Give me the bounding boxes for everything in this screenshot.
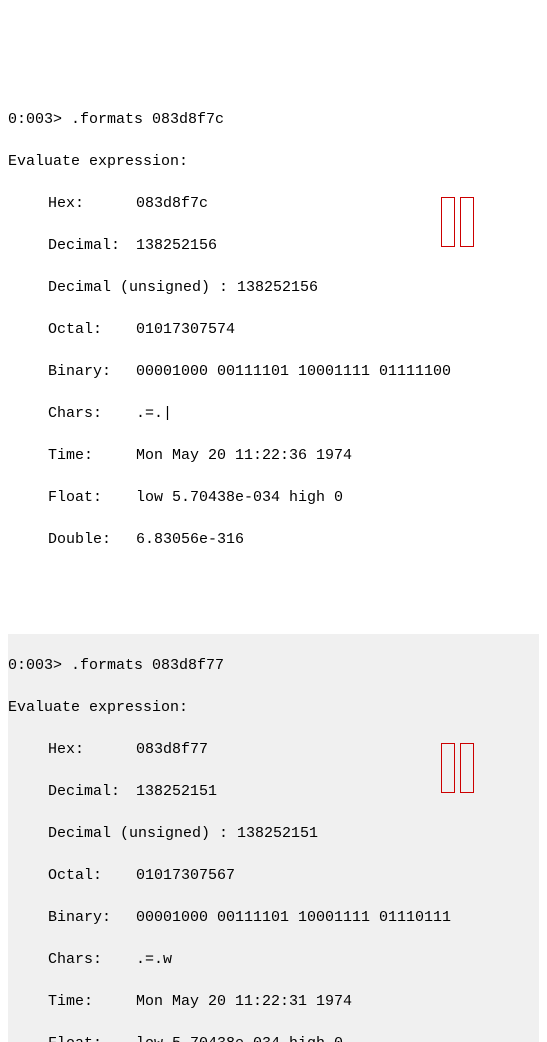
chars-value: .=.| <box>136 405 172 422</box>
float-label: Float: <box>48 487 136 508</box>
double-row: Double:6.83056e-316 <box>8 529 539 550</box>
time-label: Time: <box>48 445 136 466</box>
decimal-row: Decimal:138252151 <box>8 781 539 802</box>
hex-value: 083d8f77 <box>136 741 208 758</box>
hex-label: Hex: <box>48 739 136 760</box>
octal-label: Octal: <box>48 319 136 340</box>
formats-block-2: 0:003> .formats 083d8f77 Evaluate expres… <box>8 634 539 1042</box>
evaluate-label: Evaluate expression: <box>8 697 539 718</box>
double-label: Double: <box>48 529 136 550</box>
octal-row: Octal:01017307574 <box>8 319 539 340</box>
decimal-label: Decimal: <box>48 781 136 802</box>
decimal-unsigned-row: Decimal (unsigned) : 138252151 <box>8 823 539 844</box>
octal-value: 01017307574 <box>136 321 235 338</box>
float-row: Float:low 5.70438e-034 high 0 <box>8 487 539 508</box>
chars-row: Chars:.=.w <box>8 949 539 970</box>
octal-row: Octal:01017307567 <box>8 865 539 886</box>
binary-row: Binary:00001000 00111101 10001111 011111… <box>8 361 539 382</box>
hex-row: Hex:083d8f77 <box>8 739 539 760</box>
binary-label: Binary: <box>48 361 136 382</box>
hex-row: Hex:083d8f7c <box>8 193 539 214</box>
prompt-line: 0:003> .formats 083d8f77 <box>8 655 539 676</box>
binary-label: Binary: <box>48 907 136 928</box>
chars-row: Chars:.=.| <box>8 403 539 424</box>
chars-label: Chars: <box>48 403 136 424</box>
decimal-label: Decimal: <box>48 235 136 256</box>
decimal-value: 138252156 <box>136 237 217 254</box>
float-row: Float:low 5.70438e-034 high 0 <box>8 1033 539 1042</box>
prompt-line: 0:003> .formats 083d8f7c <box>8 109 539 130</box>
double-value: 6.83056e-316 <box>136 531 244 548</box>
chars-value: .=.w <box>136 951 172 968</box>
decimal-row: Decimal:138252156 <box>8 235 539 256</box>
binary-value: 00001000 00111101 10001111 01111100 <box>136 363 451 380</box>
octal-value: 01017307567 <box>136 867 235 884</box>
chars-label: Chars: <box>48 949 136 970</box>
hex-value: 083d8f7c <box>136 195 208 212</box>
float-label: Float: <box>48 1033 136 1042</box>
decimal-unsigned-value: 138252156 <box>237 279 318 296</box>
time-row: Time:Mon May 20 11:22:31 1974 <box>8 991 539 1012</box>
formats-block-1: 0:003> .formats 083d8f7c Evaluate expres… <box>8 88 539 613</box>
time-row: Time:Mon May 20 11:22:36 1974 <box>8 445 539 466</box>
decimal-value: 138252151 <box>136 783 217 800</box>
time-label: Time: <box>48 991 136 1012</box>
float-value: low 5.70438e-034 high 0 <box>136 1035 343 1042</box>
binary-value: 00001000 00111101 10001111 01110111 <box>136 909 451 926</box>
float-value: low 5.70438e-034 high 0 <box>136 489 343 506</box>
decimal-unsigned-row: Decimal (unsigned) : 138252156 <box>8 277 539 298</box>
time-value: Mon May 20 11:22:36 1974 <box>136 447 352 464</box>
evaluate-label: Evaluate expression: <box>8 151 539 172</box>
decimal-unsigned-value: 138252151 <box>237 825 318 842</box>
binary-row: Binary:00001000 00111101 10001111 011101… <box>8 907 539 928</box>
decimal-unsigned-label: Decimal (unsigned) : <box>48 825 228 842</box>
time-value: Mon May 20 11:22:31 1974 <box>136 993 352 1010</box>
octal-label: Octal: <box>48 865 136 886</box>
hex-label: Hex: <box>48 193 136 214</box>
decimal-unsigned-label: Decimal (unsigned) : <box>48 279 228 296</box>
